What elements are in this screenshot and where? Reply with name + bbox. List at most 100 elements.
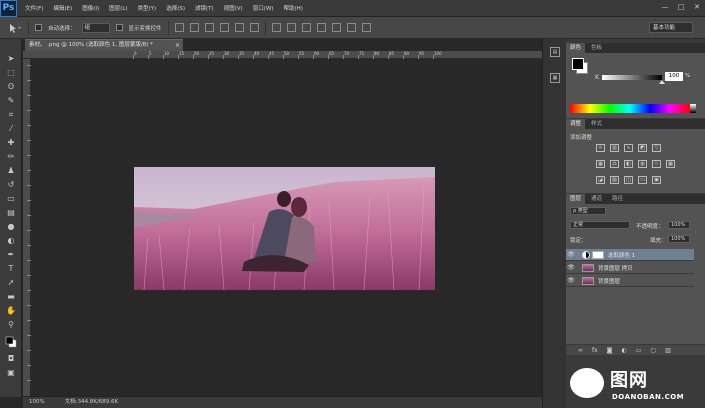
show-transform-checkbox[interactable] xyxy=(115,24,123,31)
color-spectrum[interactable] xyxy=(570,104,690,113)
align-vcenter-icon[interactable] xyxy=(189,23,199,32)
close-tab-icon[interactable]: × xyxy=(175,40,180,51)
align-right-icon[interactable] xyxy=(249,23,259,32)
tab-layers[interactable]: 图层 xyxy=(566,194,586,204)
healing-tool-icon[interactable]: ✚ xyxy=(5,137,17,148)
maximize-button[interactable]: □ xyxy=(677,3,685,11)
tab-swatches[interactable]: 色板 xyxy=(587,43,606,53)
distribute-hcenter-icon[interactable] xyxy=(331,23,341,32)
menu-file[interactable]: 文件(F) xyxy=(23,4,45,12)
hue-saturation-icon[interactable]: ▦ xyxy=(596,160,605,168)
screen-mode-icon[interactable]: ▣ xyxy=(5,367,17,378)
path-select-tool-icon[interactable]: ➚ xyxy=(5,277,17,288)
blend-mode-dropdown[interactable]: 正常 xyxy=(570,221,630,229)
distribute-left-icon[interactable] xyxy=(316,23,326,32)
channel-mixer-icon[interactable]: ♲ xyxy=(652,160,661,168)
brush-tool-icon[interactable]: ✏ xyxy=(5,151,17,162)
k-value-input[interactable]: 100 xyxy=(665,72,683,81)
invert-icon[interactable]: ◪ xyxy=(596,176,605,184)
align-hcenter-icon[interactable] xyxy=(234,23,244,32)
opacity-input[interactable]: 100% xyxy=(668,221,690,229)
distribute-right-icon[interactable] xyxy=(346,23,356,32)
tab-adjustments[interactable]: 调整 xyxy=(566,119,586,129)
menu-image[interactable]: 图像(I) xyxy=(80,4,101,12)
zoom-level[interactable]: 100% xyxy=(29,397,45,408)
fill-input[interactable]: 100% xyxy=(668,235,690,243)
adjustment-icon[interactable]: ◐ xyxy=(622,347,627,354)
dodge-tool-icon[interactable]: ◐ xyxy=(5,235,17,246)
auto-align-icon[interactable] xyxy=(361,23,371,32)
folder-icon[interactable]: ▭ xyxy=(636,347,642,354)
document-image[interactable] xyxy=(134,167,435,290)
visibility-eye-icon[interactable]: 👁 xyxy=(566,251,576,258)
gradient-map-icon[interactable]: ▭ xyxy=(638,176,647,184)
distribute-bottom-icon[interactable] xyxy=(301,23,311,32)
history-brush-tool-icon[interactable]: ↺ xyxy=(5,179,17,190)
menu-layer[interactable]: 图层(L) xyxy=(107,4,129,12)
photo-filter-icon[interactable]: ◍ xyxy=(638,160,647,168)
quick-select-tool-icon[interactable]: ✎ xyxy=(5,95,17,106)
vibrance-icon[interactable]: ▽ xyxy=(652,144,661,152)
color-balance-icon[interactable]: ⚖ xyxy=(610,160,619,168)
tab-styles[interactable]: 样式 xyxy=(587,119,606,129)
pen-tool-icon[interactable]: ✒ xyxy=(5,249,17,260)
menu-window[interactable]: 窗口(W) xyxy=(251,4,276,12)
distribute-vcenter-icon[interactable] xyxy=(286,23,296,32)
menu-type[interactable]: 类型(Y) xyxy=(136,4,159,12)
tab-channels[interactable]: 通道 xyxy=(587,194,606,204)
history-panel-icon[interactable]: ▤ xyxy=(550,47,560,57)
posterize-icon[interactable]: ▧ xyxy=(610,176,619,184)
crop-tool-icon[interactable]: ⌗ xyxy=(5,109,17,120)
auto-select-checkbox[interactable] xyxy=(35,24,42,31)
lasso-tool-icon[interactable]: ʘ xyxy=(5,81,17,92)
tab-paths[interactable]: 路径 xyxy=(608,194,627,204)
workspace-dropdown[interactable]: 基本功能 xyxy=(649,22,693,33)
menu-help[interactable]: 帮助(H) xyxy=(281,4,304,12)
link-icon[interactable]: ∞ xyxy=(578,347,583,354)
align-top-icon[interactable] xyxy=(174,23,184,32)
eyedropper-tool-icon[interactable]: ⁄ xyxy=(5,123,17,134)
layer-row[interactable]: 👁 选取颜色 1 xyxy=(566,249,694,261)
mask-icon[interactable]: ◙ xyxy=(607,347,613,354)
canvas-area[interactable] xyxy=(31,59,542,396)
move-tool-icon[interactable]: ➤ xyxy=(5,53,17,64)
shape-tool-icon[interactable]: ▬ xyxy=(5,291,17,302)
k-channel-slider[interactable] xyxy=(602,75,662,80)
document-tab[interactable]: 素材。 .png @ 100% (选取颜色 1, 图层蒙版/8) * × xyxy=(25,39,183,51)
menu-edit[interactable]: 编辑(E) xyxy=(51,4,74,12)
foreground-color-swatch[interactable] xyxy=(572,58,584,70)
levels-icon[interactable]: ▥ xyxy=(610,144,619,152)
menu-select[interactable]: 选择(S) xyxy=(164,4,187,12)
align-left-icon[interactable] xyxy=(219,23,229,32)
type-tool-icon[interactable]: T xyxy=(5,263,17,274)
blur-tool-icon[interactable]: ● xyxy=(5,221,17,232)
quick-mask-icon[interactable]: ◘ xyxy=(5,353,17,364)
visibility-eye-icon[interactable]: 👁 xyxy=(566,277,576,284)
color-swatches-icon[interactable] xyxy=(5,336,17,347)
new-layer-icon[interactable]: ▢ xyxy=(650,347,656,354)
menu-view[interactable]: 视图(V) xyxy=(222,4,245,12)
gradient-tool-icon[interactable]: ▤ xyxy=(5,207,17,218)
zoom-tool-icon[interactable]: ⚲ xyxy=(5,319,17,330)
color-lookup-icon[interactable]: ▦ xyxy=(666,160,675,168)
exposure-icon[interactable]: ◩ xyxy=(638,144,647,152)
brightness-icon[interactable]: ☼ xyxy=(596,144,605,152)
close-button[interactable]: ✕ xyxy=(693,3,701,11)
black-white-icon[interactable]: ◧ xyxy=(624,160,633,168)
layer-row[interactable]: 👁 背景图层 拷贝 xyxy=(566,262,694,274)
move-tool-icon[interactable] xyxy=(8,23,22,33)
visibility-eye-icon[interactable]: 👁 xyxy=(566,264,576,271)
fx-icon[interactable]: fx xyxy=(592,347,598,354)
auto-select-dropdown[interactable]: 组 xyxy=(81,22,110,33)
layer-row[interactable]: 👁 背景图层 xyxy=(566,275,694,287)
minimize-button[interactable]: — xyxy=(661,3,669,11)
eraser-tool-icon[interactable]: ▭ xyxy=(5,193,17,204)
threshold-icon[interactable]: ◫ xyxy=(624,176,633,184)
tab-color[interactable]: 颜色 xyxy=(566,43,586,53)
curves-icon[interactable]: ∿ xyxy=(624,144,633,152)
layer-mask-thumbnail[interactable] xyxy=(592,250,604,259)
align-bottom-icon[interactable] xyxy=(204,23,214,32)
distribute-top-icon[interactable] xyxy=(271,23,281,32)
trash-icon[interactable]: ▥ xyxy=(665,347,671,354)
selective-color-icon[interactable]: ▣ xyxy=(652,176,661,184)
